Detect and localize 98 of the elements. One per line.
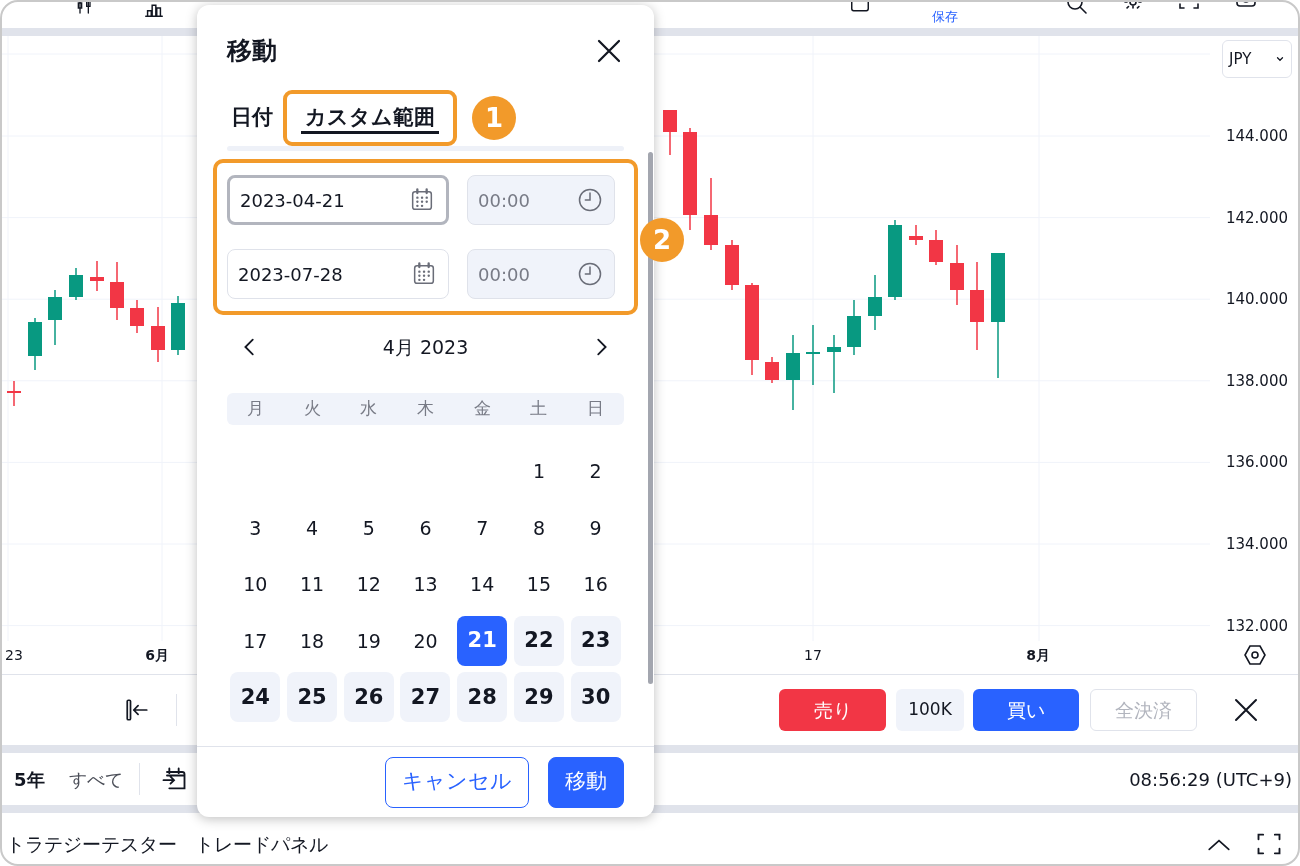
candlestick [110, 261, 124, 321]
calendar-month-label: 4月 2023 [382, 334, 469, 360]
calendar-day[interactable]: 15 [513, 559, 564, 610]
candlestick [28, 317, 42, 371]
candlestick [7, 380, 21, 407]
date-input-field[interactable]: 2023-07-28 [227, 249, 449, 299]
time-axis-label: 8月 [1026, 647, 1050, 663]
calendar-day[interactable]: 5 [343, 502, 394, 553]
calendar-day[interactable]: 13 [400, 559, 451, 610]
quantity-button[interactable]: 100K [896, 689, 964, 731]
panel-tab[interactable]: トラテジーテスター [6, 829, 177, 858]
calendar-day[interactable]: 29 [513, 672, 564, 723]
calendar-day[interactable]: 8 [513, 502, 564, 553]
candlestick [90, 260, 104, 292]
candlestick [725, 239, 739, 291]
date-value: 2023-04-21 [240, 188, 345, 213]
calendar-day[interactable]: 21 [457, 615, 508, 666]
bar-chart-icon[interactable] [142, 2, 166, 20]
currency-dropdown[interactable]: JPY [1222, 40, 1292, 78]
time-value: 00:00 [478, 262, 530, 287]
candlestick [868, 274, 882, 331]
weekday-label: 木 [416, 397, 435, 421]
candlestick [48, 289, 62, 346]
dialog-confirm-button[interactable]: 移動 [548, 756, 624, 808]
time-axis-label: 6月 [145, 647, 169, 663]
time-axis-label: 23 [5, 647, 23, 663]
scroll-to-start-icon[interactable] [124, 697, 150, 723]
time-axis-label: 17 [804, 647, 822, 663]
dialog-title: 移動 [227, 35, 277, 68]
panel-tab[interactable]: トレードパネル [195, 829, 328, 858]
calendar-day[interactable]: 4 [287, 502, 338, 553]
calendar-day[interactable]: 3 [230, 502, 281, 553]
price-axis-label: 136.000 [1225, 452, 1288, 474]
chevron-down-icon [1275, 54, 1285, 64]
calendar-day[interactable]: 26 [343, 672, 394, 723]
calendar-day[interactable]: 12 [343, 559, 394, 610]
weekday-label: 火 [302, 397, 322, 421]
weekday-label: 金 [472, 397, 492, 421]
candlestick [929, 229, 943, 266]
annotation-number-badge: 2 [640, 218, 684, 262]
price-axis-label: 140.000 [1225, 288, 1288, 310]
price-axis-label: 132.000 [1225, 615, 1288, 637]
calendar-day[interactable]: 16 [570, 559, 621, 610]
save-label[interactable]: 保存 [932, 7, 958, 27]
candlestick [847, 299, 861, 356]
clock-icon [576, 186, 604, 214]
calendar-day[interactable]: 6 [400, 502, 451, 553]
clock-icon [576, 260, 604, 288]
candlestick [827, 334, 841, 394]
calendar-day[interactable]: 30 [570, 672, 621, 723]
calendar-day[interactable]: 9 [570, 502, 621, 553]
candlestick [151, 306, 165, 363]
clock-label: 08:56:29 (UTC+9) [1129, 767, 1292, 792]
calendar-day[interactable]: 25 [287, 672, 338, 723]
calendar-day[interactable]: 17 [230, 615, 281, 666]
candlestick [130, 299, 144, 334]
candlestick [69, 267, 83, 301]
date-input-field[interactable]: 2023-04-21 [227, 175, 449, 225]
currency-label: JPY [1229, 48, 1252, 70]
date-value: 2023-07-28 [238, 262, 343, 287]
weekday-label: 土 [529, 397, 549, 421]
calendar-day[interactable]: 24 [230, 672, 281, 723]
calendar-day[interactable]: 10 [230, 559, 281, 610]
candlestick [765, 356, 779, 384]
candlestick [663, 109, 677, 156]
time-value: 00:00 [478, 188, 530, 213]
calendar-day[interactable]: 19 [343, 615, 394, 666]
candlestick [950, 244, 964, 306]
range-button[interactable]: すべて [68, 765, 123, 793]
calendar-day[interactable]: 1 [513, 446, 564, 497]
scrollbar-thumb[interactable] [648, 152, 653, 684]
calendar-day[interactable]: 2 [570, 446, 621, 497]
range-button[interactable]: 5年 [14, 765, 45, 793]
hexagon-settings-icon[interactable] [1243, 643, 1267, 667]
buy-button[interactable]: 買い [973, 689, 1079, 731]
candlestick [171, 295, 185, 356]
price-axis-label: 134.000 [1225, 533, 1288, 555]
dialog-tab[interactable]: カスタム範囲 [301, 102, 439, 134]
price-axis-label: 142.000 [1225, 207, 1288, 229]
weekday-label: 水 [359, 397, 379, 421]
calendar-day[interactable]: 28 [457, 672, 508, 723]
calendar-day[interactable]: 22 [513, 615, 564, 666]
dialog-cancel-button[interactable]: キャンセル [385, 756, 529, 808]
price-axis-label: 144.000 [1225, 125, 1288, 147]
calendar-day[interactable]: 14 [457, 559, 508, 610]
calendar-day[interactable]: 23 [570, 615, 621, 666]
candlestick [909, 224, 923, 246]
calendar-day[interactable]: 20 [400, 615, 451, 666]
weekday-label: 日 [586, 397, 606, 421]
sell-button[interactable]: 売り [779, 689, 886, 731]
candlestick [806, 324, 820, 386]
price-axis-label: 138.000 [1225, 370, 1288, 392]
dialog-tab[interactable]: 日付 [227, 102, 277, 134]
calendar-day[interactable]: 7 [457, 502, 508, 553]
calendar-day[interactable]: 18 [287, 615, 338, 666]
weekday-label: 月 [245, 397, 265, 421]
calendar-day[interactable]: 27 [400, 672, 451, 723]
calendar-day[interactable]: 11 [287, 559, 338, 610]
